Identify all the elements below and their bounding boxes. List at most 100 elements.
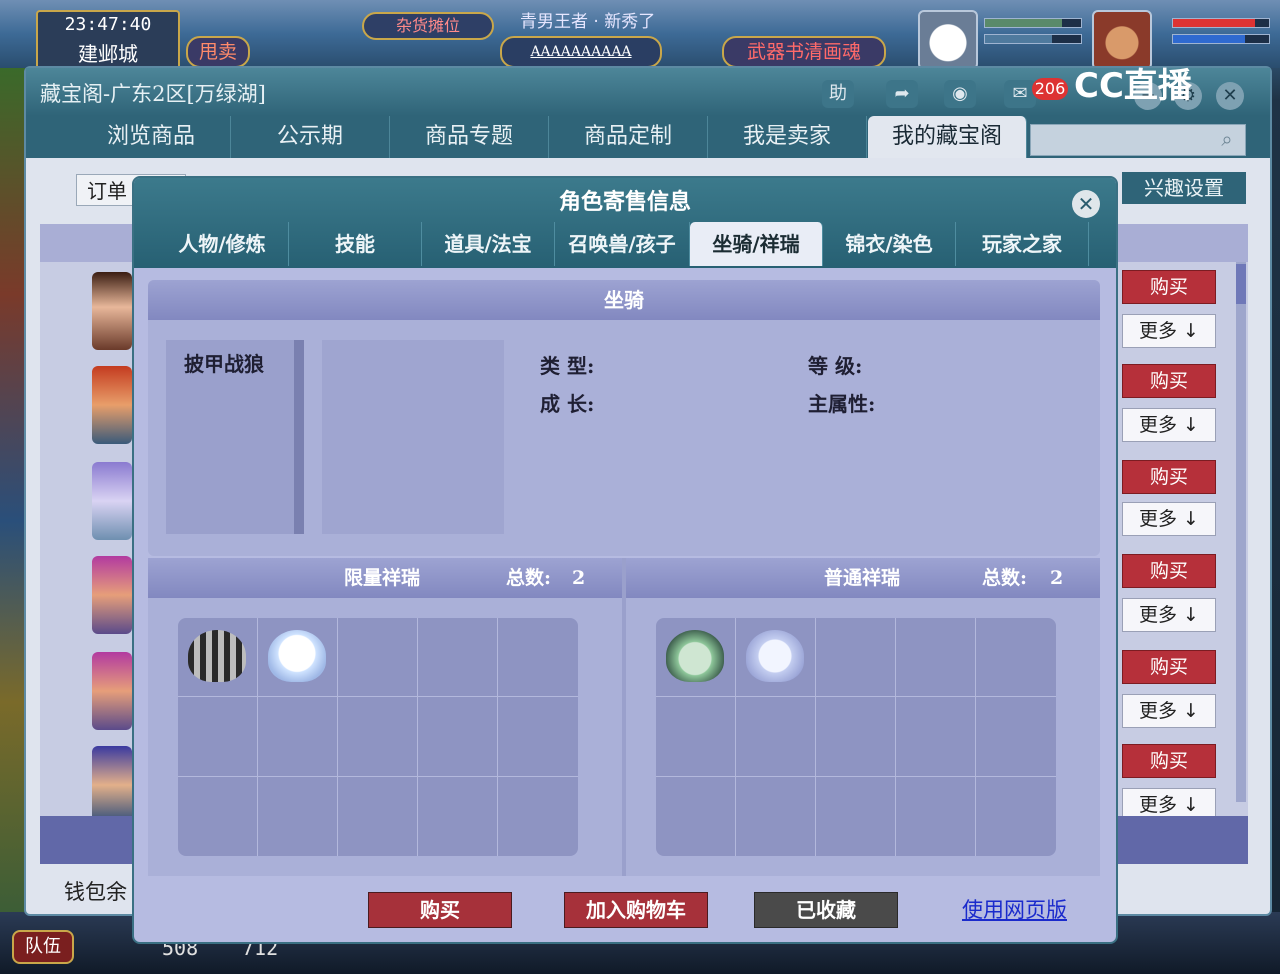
character-avatar[interactable] (92, 652, 132, 730)
grid-slot[interactable] (338, 697, 418, 777)
help-button[interactable]: 助 (822, 80, 854, 108)
grid-slot[interactable] (656, 697, 736, 777)
more-button[interactable]: 更多 ↓ (1122, 598, 1216, 632)
sell-label[interactable]: 甩卖 (186, 36, 250, 68)
current-city: 建邺城 (78, 42, 138, 66)
grid-slot[interactable] (418, 618, 498, 698)
normal-total-value: 2 (1050, 567, 1064, 589)
interest-settings-button[interactable]: 兴趣设置 (1122, 172, 1246, 204)
wallet-balance-label: 钱包余 (64, 880, 127, 904)
grid-slot[interactable] (976, 697, 1056, 777)
record-icon[interactable]: ◉ (944, 80, 976, 108)
grid-slot[interactable] (258, 697, 338, 777)
tab-items-treasures[interactable]: 道具/法宝 (422, 222, 555, 266)
grid-slot[interactable] (896, 776, 976, 856)
tab-skills[interactable]: 技能 (289, 222, 422, 266)
grid-slot[interactable] (976, 618, 1056, 698)
more-label: 更多 (1139, 414, 1178, 436)
mount-list-item[interactable]: 披甲战狼 (184, 348, 264, 377)
share-icon[interactable]: ➦ (886, 80, 918, 108)
buy-button[interactable]: 购买 (1122, 460, 1216, 494)
grid-slot[interactable] (736, 776, 816, 856)
buy-button[interactable]: 购买 (1122, 270, 1216, 304)
window-titlebar[interactable]: 藏宝阁-广东2区[万绿湖] 助 ➦ ◉ ✉ 206 − ⚙ ✕ CC直播 (26, 66, 1270, 116)
player-name-tag: AAAAAAAAAA (500, 36, 662, 68)
grid-slot[interactable] (816, 618, 896, 698)
tab-player-home[interactable]: 玩家之家 (956, 222, 1089, 266)
tab-mounts-xiangrui[interactable]: 坐骑/祥瑞 (690, 222, 823, 266)
grid-slot[interactable] (338, 776, 418, 856)
grid-slot[interactable] (816, 697, 896, 777)
player-hp-bar (1172, 18, 1270, 28)
buy-button[interactable]: 购买 (1122, 650, 1216, 684)
listing-scroll-thumb[interactable] (1236, 264, 1246, 304)
grid-slot[interactable] (736, 618, 816, 698)
buy-button[interactable]: 购买 (1122, 364, 1216, 398)
grid-slot[interactable] (418, 697, 498, 777)
close-icon[interactable]: ✕ (1072, 190, 1100, 218)
character-avatar[interactable] (92, 556, 132, 634)
tab-my-pavilion[interactable]: 我的藏宝阁 (868, 116, 1027, 158)
grid-slot[interactable] (656, 618, 736, 698)
grid-slot[interactable] (656, 776, 736, 856)
tab-custom[interactable]: 商品定制 (549, 116, 708, 158)
stall-label[interactable]: 杂货摊位 (362, 12, 494, 40)
limited-xiangrui-grid (178, 618, 578, 856)
mount-list-scrollbar[interactable] (294, 340, 304, 534)
normal-total-label: 总数: (982, 567, 1028, 589)
more-label: 更多 (1139, 794, 1178, 816)
buy-button[interactable]: 购买 (1122, 554, 1216, 588)
character-avatar[interactable] (92, 462, 132, 540)
tab-seller[interactable]: 我是卖家 (708, 116, 867, 158)
grid-slot[interactable] (258, 618, 338, 698)
search-icon[interactable]: ⌕ (1214, 126, 1240, 152)
tab-character-cultivation[interactable]: 人物/修炼 (156, 222, 289, 266)
character-avatar[interactable] (92, 272, 132, 350)
more-label: 更多 (1139, 700, 1178, 722)
weapon-title-tag: 武器书清画魂 (722, 36, 886, 68)
normal-xiangrui-header: 普通祥瑞 总数: 2 (626, 558, 1100, 598)
add-to-cart-button[interactable]: 加入购物车 (564, 892, 708, 928)
chat-icon[interactable]: ✉ (1004, 80, 1036, 108)
grid-slot[interactable] (736, 697, 816, 777)
team-button[interactable]: 队伍 (12, 930, 74, 964)
limited-xiangrui-header: 限量祥瑞 总数: 2 (148, 558, 622, 598)
cc-live-watermark: CC直播 (1074, 66, 1192, 106)
tab-topics[interactable]: 商品专题 (390, 116, 549, 158)
tab-outfits-dye[interactable]: 锦衣/染色 (823, 222, 956, 266)
mount-main-attr-label: 主属性: (808, 392, 876, 416)
listing-scrollbar[interactable] (1236, 262, 1246, 802)
buy-button[interactable]: 购买 (1122, 744, 1216, 778)
tab-public[interactable]: 公示期 (231, 116, 390, 158)
limited-total-label: 总数: (506, 567, 552, 589)
more-button[interactable]: 更多 ↓ (1122, 502, 1216, 536)
limited-total-value: 2 (572, 567, 586, 589)
grid-slot[interactable] (976, 777, 1056, 856)
tab-summons-children[interactable]: 召唤兽/孩子 (555, 222, 690, 266)
more-button[interactable]: 更多 ↓ (1122, 694, 1216, 728)
window-title: 藏宝阁-广东2区[万绿湖] (40, 82, 266, 106)
grid-slot[interactable] (896, 618, 976, 698)
grid-slot[interactable] (178, 618, 258, 698)
buy-button[interactable]: 购买 (368, 892, 512, 928)
pet-portrait[interactable] (918, 10, 978, 70)
character-avatar[interactable] (92, 366, 132, 444)
favorited-button[interactable]: 已收藏 (754, 892, 898, 928)
grid-slot[interactable] (896, 697, 976, 777)
tab-browse[interactable]: 浏览商品 (72, 116, 231, 158)
mount-section-header: 坐骑 (148, 280, 1100, 320)
more-button[interactable]: 更多 ↓ (1122, 408, 1216, 442)
grid-slot[interactable] (498, 697, 578, 777)
grid-slot[interactable] (498, 618, 578, 698)
grid-slot[interactable] (816, 776, 896, 856)
arrow-down-icon: ↓ (1177, 700, 1199, 722)
grid-slot[interactable] (338, 618, 418, 698)
grid-slot[interactable] (498, 777, 578, 856)
grid-slot[interactable] (178, 697, 258, 777)
use-web-version-link[interactable]: 使用网页版 (962, 894, 1067, 924)
grid-slot[interactable] (258, 776, 338, 856)
grid-slot[interactable] (418, 776, 498, 856)
more-button[interactable]: 更多 ↓ (1122, 314, 1216, 348)
character-avatar[interactable] (92, 746, 132, 824)
grid-slot[interactable] (178, 776, 258, 856)
